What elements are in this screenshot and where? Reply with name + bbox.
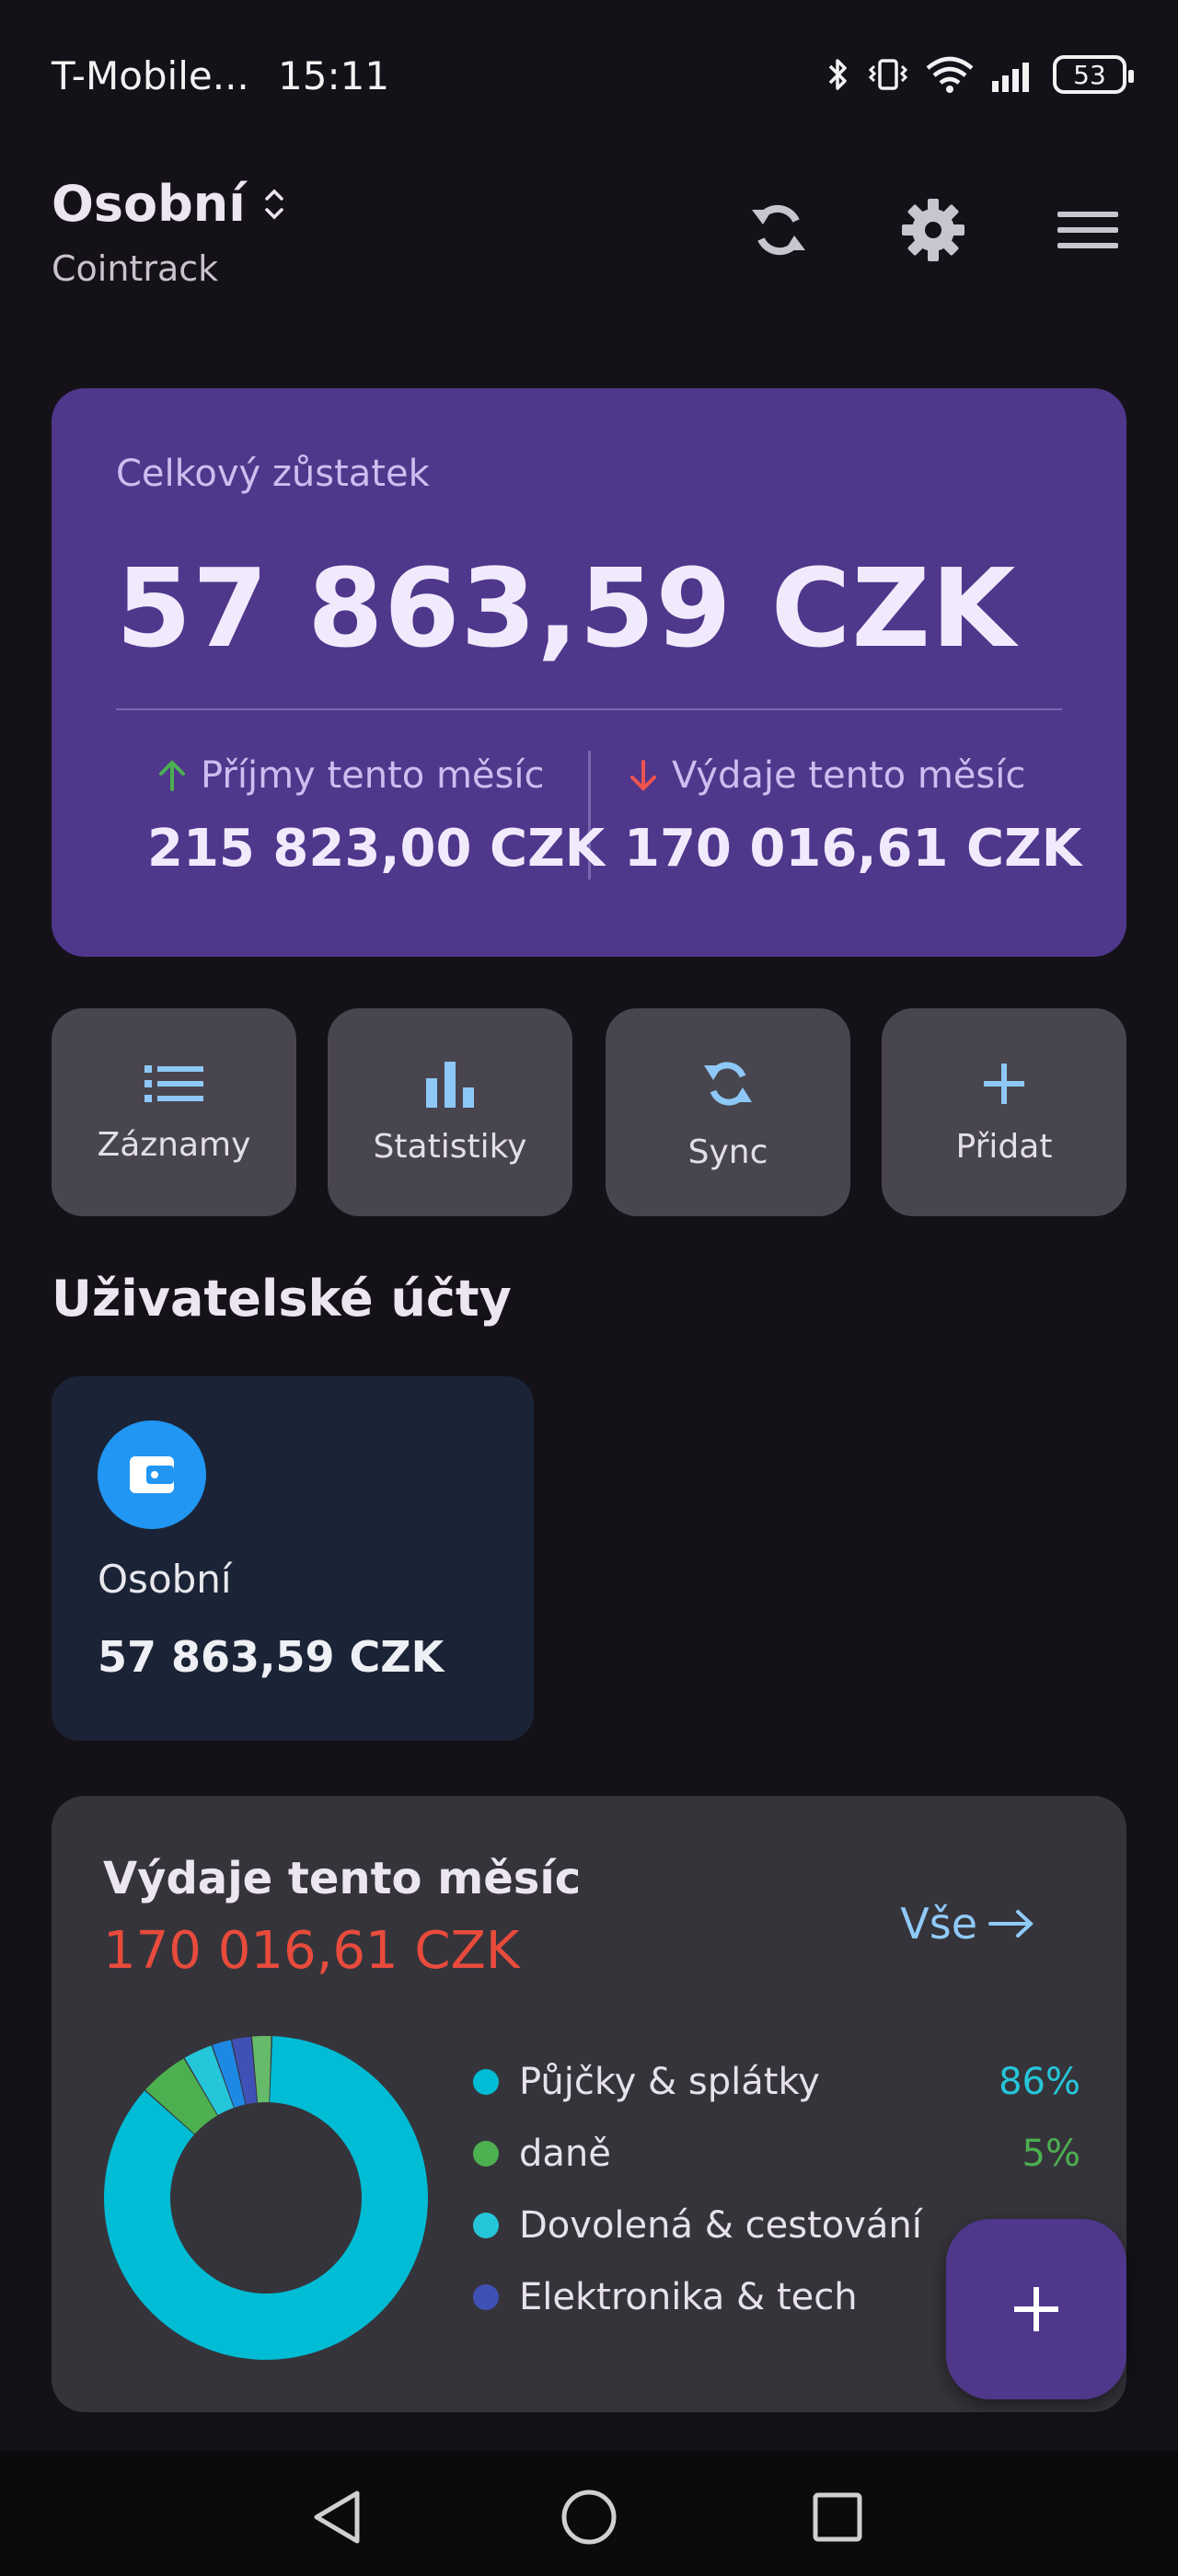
home-icon [561,2490,617,2545]
legend-dot [473,2141,499,2167]
battery-indicator: 53 [1053,55,1134,94]
profile-switcher[interactable]: Osobní [52,175,286,233]
wallet-icon [130,1456,174,1493]
wifi-icon [926,56,974,93]
plus-icon [984,1063,1024,1104]
action-label: Statistiky [373,1127,527,1166]
arrow-right-icon [988,1910,1034,1938]
signal-icon [992,63,1029,92]
legend-name: Dovolená & cestování [519,2204,922,2247]
expenses-donut-chart [104,2036,429,2360]
account-name: Osobní [98,1557,232,1602]
view-all-label: Vše [900,1899,977,1949]
legend-dot [473,2213,499,2238]
account-card[interactable]: Osobní 57 863,59 CZK [52,1376,534,1741]
clock: 15:11 [278,53,390,98]
expense-label: Výdaje tento měsíc [672,754,1026,797]
expense-value: 170 016,61 CZK [624,819,1082,879]
statistics-button[interactable]: Statistiky [328,1008,572,1216]
legend-item: daně 5% [473,2118,1080,2190]
account-avatar [98,1420,206,1529]
sync-icon [704,1061,752,1106]
recents-icon [813,2492,862,2542]
income-label: Příjmy tento měsíc [201,754,545,797]
legend-percent: 86% [999,2061,1080,2103]
add-button[interactable]: Přidat [882,1008,1126,1216]
arrow-down-icon [630,760,656,791]
action-label: Přidat [955,1127,1053,1166]
home-button[interactable] [556,2484,622,2550]
list-icon [144,1064,203,1102]
app-name: Cointrack [52,248,219,289]
income-label-row: Příjmy tento měsíc [156,754,544,797]
status-icons: 53 [825,55,1134,94]
expense-label-row: Výdaje tento měsíc [628,754,1025,797]
arrow-up-icon [159,760,185,791]
legend-name: Elektronika & tech [519,2276,858,2318]
view-all-link[interactable]: Vše [900,1899,1034,1949]
sync-action-button[interactable]: Sync [606,1008,850,1216]
legend-name: daně [519,2133,611,2175]
gear-icon [902,199,964,261]
balance-label: Celkový zůstatek [116,453,430,495]
add-transaction-fab[interactable] [946,2219,1126,2399]
menu-icon [1057,212,1118,248]
action-label: Záznamy [97,1125,251,1164]
legend-name: Půjčky & splátky [519,2061,820,2103]
account-balance: 57 863,59 CZK [98,1632,445,1682]
plus-icon [1014,2287,1058,2331]
status-bar: T-Mobile... 15:11 53 [0,0,1178,156]
legend-dot [473,2069,499,2095]
action-label: Sync [687,1133,768,1171]
legend-percent: 5% [1022,2133,1080,2175]
balance-amount: 57 863,59 CZK [116,545,1017,672]
expenses-amount: 170 016,61 CZK [103,1921,520,1981]
carrier-name: T-Mobile... [52,53,249,98]
bluetooth-icon [828,59,847,90]
legend-dot [473,2284,499,2310]
recents-button[interactable] [804,2484,871,2550]
battery-level: 53 [1073,59,1106,90]
sync-icon [752,204,805,256]
phone-vibrate-icon [868,59,908,90]
accounts-section-title: Uživatelské účty [52,1270,512,1328]
back-button[interactable] [304,2484,370,2550]
settings-button[interactable] [896,193,970,267]
menu-button[interactable] [1051,193,1125,267]
income-value: 215 823,00 CZK [147,819,606,879]
profile-name: Osobní [52,175,246,233]
bar-chart-icon [426,1061,474,1108]
legend-item: Půjčky & splátky 86% [473,2046,1080,2118]
sync-button[interactable] [742,193,815,267]
balance-card: Celkový zůstatek 57 863,59 CZK Příjmy te… [52,388,1126,957]
system-nav-bar [0,2451,1178,2576]
divider [116,708,1062,710]
sort-toggle-icon [265,189,283,219]
back-icon [314,2490,360,2544]
records-button[interactable]: Záznamy [52,1008,296,1216]
expenses-title: Výdaje tento měsíc [103,1853,582,1904]
